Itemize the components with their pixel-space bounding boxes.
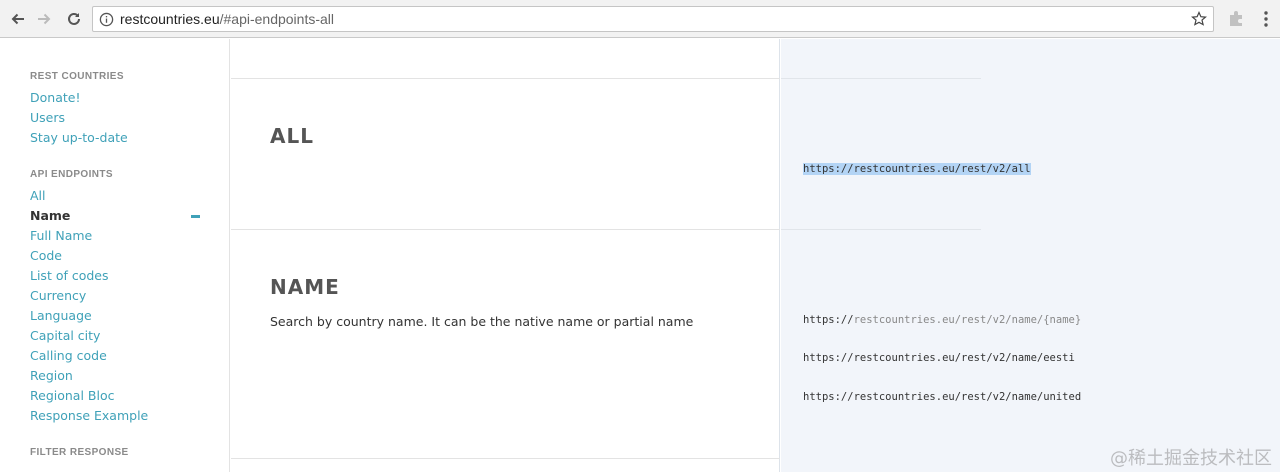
reload-icon[interactable]	[62, 7, 86, 31]
section-title-name: NAME	[270, 275, 340, 299]
address-bar[interactable]: restcountries.eu/#api-endpoints-all	[92, 6, 1214, 32]
collapse-minus-icon[interactable]	[191, 215, 200, 218]
sidebar-item-code[interactable]: Code	[30, 248, 62, 263]
back-arrow-icon[interactable]	[6, 7, 30, 31]
sidebar-item-name[interactable]: Name	[30, 208, 70, 223]
url-scheme: https://	[803, 314, 854, 326]
sidebar-item-all[interactable]: All	[30, 188, 46, 203]
sidebar-heading-rest-countries: REST COUNTRIES	[30, 71, 124, 82]
browser-toolbar: restcountries.eu/#api-endpoints-all	[0, 0, 1280, 38]
extension-icon[interactable]	[1226, 9, 1246, 29]
section-divider	[231, 229, 780, 230]
section-title-all: ALL	[270, 124, 314, 148]
watermark: @稀土掘金技术社区	[1110, 448, 1272, 469]
sidebar-item-language[interactable]: Language	[30, 308, 92, 323]
code-divider	[781, 78, 981, 79]
code-url-example[interactable]: https://restcountries.eu/rest/v2/name/ee…	[803, 352, 1075, 364]
url-path: /#api-endpoints-all	[219, 11, 335, 27]
code-url-example[interactable]: https://restcountries.eu/rest/v2/name/un…	[803, 391, 1081, 403]
url-host: restcountries.eu	[120, 11, 220, 27]
sidebar-item-calling-code[interactable]: Calling code	[30, 348, 107, 363]
url-template-path: restcountries.eu/rest/v2/name/{name}	[853, 314, 1082, 326]
sidebar-item-full-name[interactable]: Full Name	[30, 228, 92, 243]
section-divider	[231, 458, 780, 459]
menu-icon[interactable]	[1258, 10, 1274, 28]
sidebar-item-response-example[interactable]: Response Example	[30, 408, 148, 423]
sidebar-item-donate[interactable]: Donate!	[30, 90, 80, 105]
sidebar-heading-api-endpoints: API ENDPOINTS	[30, 169, 113, 180]
section-description-name: Search by country name. It can be the na…	[270, 314, 694, 329]
sidebar-item-currency[interactable]: Currency	[30, 288, 86, 303]
main-content: ALL NAME Search by country name. It can …	[231, 39, 780, 472]
section-divider	[231, 78, 780, 79]
sidebar-item-capital-city[interactable]: Capital city	[30, 328, 100, 343]
url-text: restcountries.eu/#api-endpoints-all	[120, 11, 334, 27]
sidebar-item-region[interactable]: Region	[30, 368, 73, 383]
code-url-template[interactable]: https://restcountries.eu/rest/v2/name/{n…	[803, 314, 1081, 326]
forward-arrow-icon[interactable]	[32, 7, 56, 31]
code-url-all[interactable]: https://restcountries.eu/rest/v2/all	[803, 163, 1031, 175]
info-icon[interactable]	[99, 12, 114, 27]
code-divider	[781, 229, 981, 230]
sidebar-item-users[interactable]: Users	[30, 110, 65, 125]
sidebar-item-stay-up-to-date[interactable]: Stay up-to-date	[30, 130, 128, 145]
sidebar-item-regional-bloc[interactable]: Regional Bloc	[30, 388, 114, 403]
sidebar-nav: REST COUNTRIES Donate! Users Stay up-to-…	[0, 39, 230, 472]
sidebar-item-list-of-codes[interactable]: List of codes	[30, 268, 109, 283]
bookmark-star-icon[interactable]	[1191, 11, 1207, 27]
sidebar-heading-filter-response: FILTER RESPONSE	[30, 447, 129, 458]
highlighted-url: https://restcountries.eu/rest/v2/all	[803, 163, 1031, 175]
code-examples-panel: https://restcountries.eu/rest/v2/all htt…	[781, 39, 1280, 472]
